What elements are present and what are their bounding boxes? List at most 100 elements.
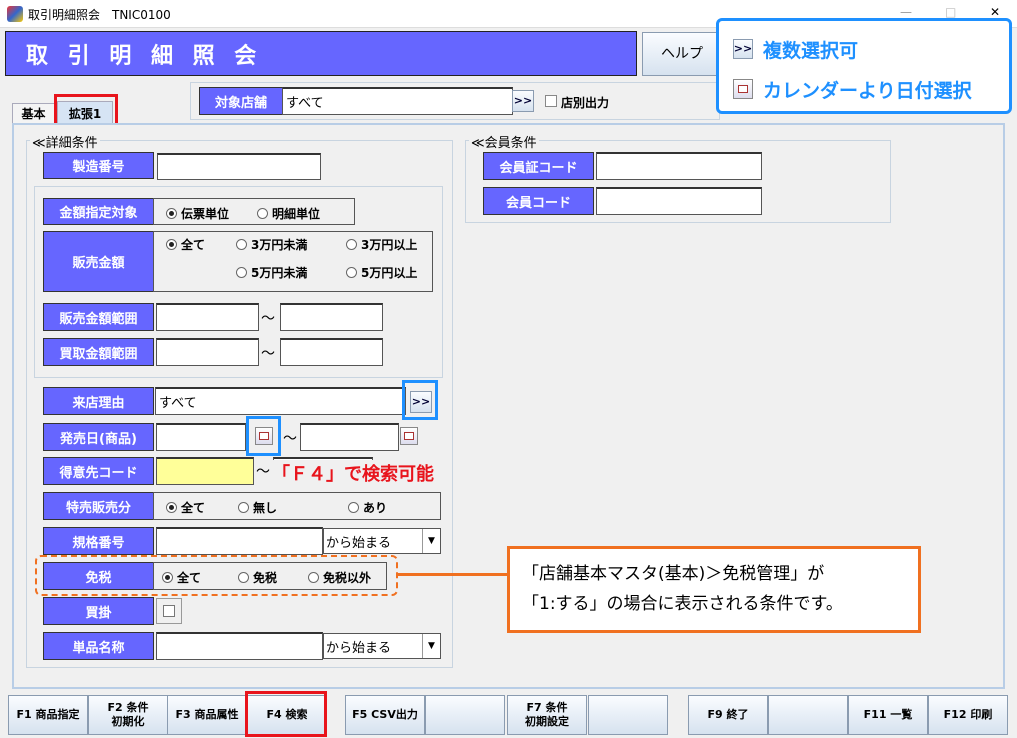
credit-label: 買掛 — [43, 597, 154, 625]
fkey-button-10[interactable] — [768, 695, 848, 735]
callout-connector — [398, 573, 508, 576]
member-conditions-title: ≪会員条件 — [469, 132, 539, 151]
radio-over-30k[interactable]: 3万円以上 — [346, 236, 417, 253]
chevron-down-icon: ▼ — [422, 529, 440, 553]
minimize-button[interactable]: — — [900, 5, 912, 19]
maximize-button[interactable]: □ — [945, 5, 956, 19]
credit-checkbox[interactable] — [156, 598, 182, 624]
fkey-button-9[interactable]: F9 終了 — [688, 695, 768, 735]
store-multi-select-button[interactable]: >> — [512, 90, 534, 112]
fkey-label: F12 印刷 — [943, 707, 993, 721]
spec-no-match-select[interactable]: から始まる ▼ — [323, 528, 441, 554]
fkey-button-3[interactable]: F3 商品属性 — [167, 695, 247, 735]
sales-range-tilde: ～ — [261, 311, 275, 327]
spec-no-label: 規格番号 — [43, 527, 154, 555]
multi-select-highlight — [402, 380, 438, 420]
amount-target-radio-group: 伝票単位 明細単位 — [153, 198, 355, 225]
callout-line-1: 「店舗基本マスタ(基本)＞免税管理」が — [522, 564, 825, 584]
f4-search-note: 「Ｆ４」で検索可能 — [272, 460, 434, 486]
fkey-label: F5 CSV出力 — [352, 707, 418, 721]
calendar-highlight — [246, 416, 281, 456]
radio-special-all[interactable]: 全て — [166, 499, 205, 516]
radio-all[interactable]: 全て — [166, 236, 205, 253]
member-code-input[interactable] — [596, 187, 762, 215]
customer-code-label: 得意先コード — [43, 457, 154, 485]
amount-target-label: 金額指定対象 — [43, 198, 154, 225]
fkey-label: F11 一覧 — [863, 707, 913, 721]
radio-over-50k[interactable]: 5万円以上 — [346, 264, 417, 281]
visit-reason-input[interactable]: すべて — [155, 387, 406, 415]
special-sale-label: 特売販売分 — [43, 492, 154, 520]
fkey-button-1[interactable]: F1 商品指定 — [8, 695, 88, 735]
fkey-button-12[interactable]: F12 印刷 — [928, 695, 1008, 735]
fkey-button-11[interactable]: F11 一覧 — [848, 695, 928, 735]
chevron-down-icon: ▼ — [422, 634, 440, 658]
buy-range-from[interactable] — [156, 338, 259, 366]
member-code-label: 会員コード — [483, 187, 594, 215]
release-date-label: 発売日(商品) — [43, 423, 154, 451]
buy-range-label: 買取金額範囲 — [43, 338, 154, 366]
item-name-input[interactable] — [156, 632, 323, 660]
radio-under-30k[interactable]: 3万円未満 — [236, 236, 307, 253]
member-card-label: 会員証コード — [483, 152, 594, 180]
store-input[interactable]: すべて — [282, 87, 513, 115]
fkey-label: F1 商品指定 — [16, 707, 80, 721]
radio-special-yes[interactable]: あり — [348, 499, 387, 516]
radio-special-none[interactable]: 無し — [238, 499, 277, 516]
fkey-label: F9 終了 — [707, 707, 749, 721]
release-date-to[interactable] — [300, 423, 399, 451]
release-date-from[interactable] — [156, 423, 246, 451]
close-button[interactable]: ✕ — [990, 5, 1000, 19]
store-label: 対象店舗 — [199, 87, 283, 115]
serial-input[interactable] — [157, 153, 321, 180]
multi-select-legend: 複数選択可 — [763, 40, 859, 62]
fkey-button-6[interactable] — [425, 695, 505, 735]
sales-amount-radio-group: 全て 3万円未満 3万円以上 5万円未満 5万円以上 — [153, 231, 433, 292]
multi-select-icon: >> — [733, 39, 753, 59]
release-date-to-calendar-button[interactable] — [400, 427, 418, 445]
radio-line-unit[interactable]: 明細単位 — [257, 205, 320, 222]
customer-code-from[interactable] — [156, 457, 254, 485]
fkey-button-2[interactable]: F2 条件 初期化 — [88, 695, 168, 735]
sales-amount-label: 販売金額 — [43, 231, 154, 292]
visit-reason-label: 来店理由 — [43, 387, 154, 415]
calendar-icon — [733, 79, 753, 99]
serial-label: 製造番号 — [43, 152, 154, 179]
release-date-tilde: ～ — [283, 431, 297, 447]
callout-line-2: 「1:する」の場合に表示される条件です。 — [522, 594, 843, 614]
item-name-match-select[interactable]: から始まる ▼ — [323, 633, 441, 659]
buy-range-to[interactable] — [280, 338, 383, 366]
customer-code-tilde: ～ — [256, 464, 270, 480]
sales-range-label: 販売金額範囲 — [43, 303, 154, 331]
radio-under-50k[interactable]: 5万円未満 — [236, 264, 307, 281]
sales-range-to[interactable] — [280, 303, 383, 331]
sales-range-from[interactable] — [156, 303, 259, 331]
fkey-label: F2 条件 初期化 — [107, 700, 149, 728]
fkey-label: F7 条件 初期設定 — [525, 700, 569, 728]
window-title: 取引明細照会 TNIC0100 — [28, 8, 171, 22]
member-card-input[interactable] — [596, 152, 762, 180]
tax-free-highlight — [35, 555, 398, 596]
fkey-button-5[interactable]: F5 CSV出力 — [345, 695, 425, 735]
radio-slip-unit[interactable]: 伝票単位 — [166, 205, 229, 222]
fkey-label: F3 商品属性 — [175, 707, 239, 721]
tab-basic[interactable]: 基本 — [12, 103, 55, 123]
store-separate-checkbox[interactable] — [545, 95, 557, 107]
tab-basic-label: 基本 — [21, 107, 46, 121]
f4-highlight — [245, 691, 327, 737]
fkey-button-8[interactable] — [588, 695, 668, 735]
page-header: 取 引 明 細 照 会 — [5, 31, 637, 76]
help-button[interactable]: ヘルプ — [642, 32, 722, 76]
store-separate-label: 店別出力 — [561, 96, 610, 110]
page-title: 取 引 明 細 照 会 — [26, 43, 263, 69]
calendar-legend: カレンダーより日付選択 — [763, 80, 972, 102]
help-label: ヘルプ — [661, 45, 703, 62]
spec-no-input[interactable] — [156, 527, 323, 555]
tax-free-callout: 「店舗基本マスタ(基本)＞免税管理」が 「1:する」の場合に表示される条件です。 — [507, 546, 921, 633]
legend-box: >> 複数選択可 カレンダーより日付選択 — [716, 18, 1012, 114]
special-sale-radio-group: 全て 無し あり — [153, 492, 441, 520]
item-name-label: 単品名称 — [43, 632, 154, 660]
detail-conditions-title: ≪詳細条件 — [30, 132, 100, 151]
fkey-button-7[interactable]: F7 条件 初期設定 — [507, 695, 587, 735]
app-icon — [7, 6, 23, 22]
